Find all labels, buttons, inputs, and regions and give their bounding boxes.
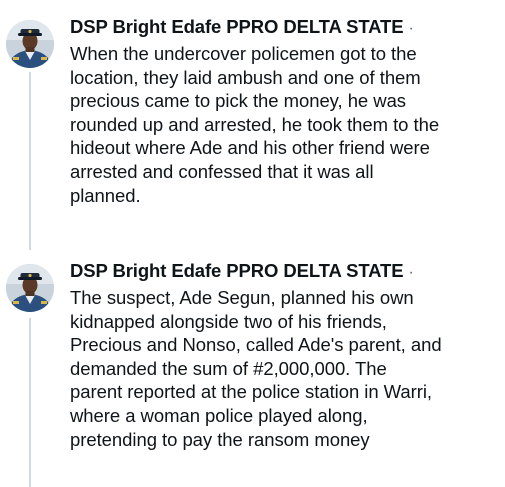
tweet-text-line: hideout where Ade and his other friend w… <box>70 137 430 159</box>
thread-connector-line <box>29 318 31 487</box>
tweet-text-line: rounded up and arrested, he took them to… <box>70 113 440 135</box>
tweet-header: DSP Bright Edafe PPRO DELTA STATE · <box>70 260 501 286</box>
tweet-body: DSP Bright Edafe PPRO DELTA STATE · The … <box>70 260 501 451</box>
tweet-text-line: When the undercover policemen got to the <box>70 43 417 64</box>
tweet-text-line: The suspect, Ade Segun, planned his own <box>70 287 414 308</box>
author-avatar[interactable] <box>6 264 54 312</box>
tweet-text-line: location, they laid ambush and one of th… <box>70 66 421 88</box>
author-name[interactable]: DSP Bright Edafe PPRO DELTA STATE <box>70 260 404 282</box>
author-avatar[interactable] <box>6 20 54 68</box>
tweet-body: DSP Bright Edafe PPRO DELTA STATE · When… <box>70 16 501 207</box>
tweet-thread: DSP Bright Edafe PPRO DELTA STATE · When… <box>0 0 505 487</box>
tweet-text-line: arrested and confessed that it was all <box>70 160 374 182</box>
tweet-header: DSP Bright Edafe PPRO DELTA STATE · <box>70 16 501 42</box>
tweet[interactable]: DSP Bright Edafe PPRO DELTA STATE · When… <box>0 0 505 250</box>
tweet-text-line: planned. <box>70 184 141 206</box>
tweet-text-line: Precious and Nonso, called Ade's parent,… <box>70 334 442 356</box>
tweet-text-line: where a woman police played along, <box>70 404 368 426</box>
tweet-text-line: parent reported at the police station in… <box>70 381 433 403</box>
separator-dot: · <box>408 20 414 37</box>
police-officer-avatar-icon <box>6 264 54 312</box>
police-officer-avatar-icon <box>6 20 54 68</box>
tweet-text-line: kidnapped alongside two of his friends, <box>70 310 387 332</box>
tweet-text: When the undercover policemen got to the… <box>70 42 501 207</box>
tweet-text-line: precious came to pick the money, he was <box>70 90 407 112</box>
tweet[interactable]: DSP Bright Edafe PPRO DELTA STATE · The … <box>0 254 505 487</box>
author-name[interactable]: DSP Bright Edafe PPRO DELTA STATE <box>70 16 404 38</box>
thread-connector-line <box>29 72 31 250</box>
tweet-text-line: pretending to pay the ransom money <box>70 428 370 450</box>
tweet-text-line: demanded the sum of #2,000,000. The <box>70 357 387 379</box>
tweet-text: The suspect, Ade Segun, planned his own … <box>70 286 501 451</box>
separator-dot: · <box>408 264 414 281</box>
